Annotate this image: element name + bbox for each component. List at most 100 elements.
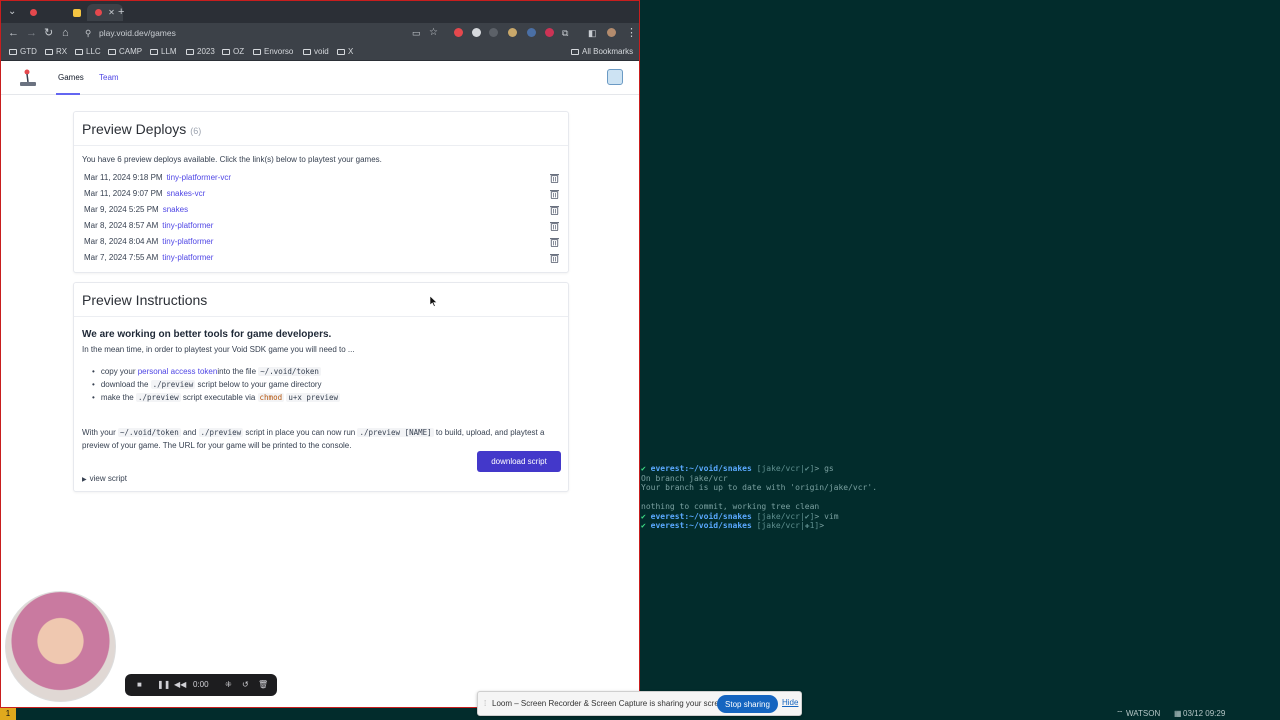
terminal-prompt-line: ✔ everest:~/void/snakes [jake/vcr|✔]> vi…	[641, 511, 839, 521]
drag-handle-icon[interactable]: ⁞	[484, 699, 486, 708]
code-snippet: ./preview	[198, 428, 244, 437]
code-snippet: chmod	[257, 393, 285, 402]
joystick-logo-icon[interactable]	[18, 68, 38, 88]
profile-avatar-icon[interactable]	[607, 28, 616, 37]
download-script-button[interactable]: download script	[477, 451, 561, 472]
deploy-link[interactable]: snakes-vcr	[167, 189, 206, 198]
usage-paragraph: With your ~/.void/token and ./preview sc…	[82, 428, 545, 450]
user-avatar[interactable]	[607, 69, 623, 85]
extension-icon[interactable]	[545, 28, 554, 37]
extension-icon[interactable]	[472, 28, 481, 37]
divider	[74, 316, 568, 317]
trash-icon[interactable]	[550, 237, 559, 247]
bookmark-folder[interactable]: X	[337, 45, 353, 59]
rewind-icon[interactable]: ◀◀	[174, 678, 186, 692]
bookmark-folder[interactable]: RX	[45, 45, 67, 59]
personal-access-token-link[interactable]: personal access token	[138, 367, 218, 376]
folder-icon	[9, 49, 17, 55]
webcam-bubble[interactable]	[5, 591, 116, 702]
side-panel-icon[interactable]: ◧	[588, 25, 597, 41]
browser-menu-icon[interactable]: ⋮	[626, 25, 637, 41]
deploy-link[interactable]: tiny-platformer-vcr	[167, 173, 231, 182]
deploy-date: Mar 11, 2024 9:18 PM	[84, 173, 163, 182]
terminal-prompt-line: ✔ everest:~/void/snakes [jake/vcr|✔]> gs	[641, 464, 834, 473]
restart-icon[interactable]: ↺	[242, 678, 249, 692]
deploy-link[interactable]: tiny-platformer	[162, 237, 213, 246]
instructions-heading: We are working on better tools for game …	[82, 329, 332, 340]
reload-icon[interactable]: ↻	[44, 25, 53, 41]
recording-timer: 0:00	[193, 680, 209, 689]
network-name: WATSON	[1126, 709, 1161, 718]
bookmark-folder[interactable]: CAMP	[108, 45, 142, 59]
bookmark-folder[interactable]: LLM	[150, 45, 177, 59]
extension-icon[interactable]	[508, 28, 517, 37]
disclosure-triangle-icon: ▶	[82, 477, 87, 483]
bookmark-folder[interactable]: void	[303, 45, 329, 59]
forward-icon[interactable]: →	[26, 25, 37, 41]
deploy-row: Mar 11, 2024 9:07 PM snakes-vcr	[84, 187, 562, 201]
deploy-date: Mar 8, 2024 8:04 AM	[84, 237, 159, 246]
trash-icon[interactable]	[550, 221, 559, 231]
extension-icon[interactable]	[489, 28, 498, 37]
instructions-lead: In the mean time, in order to playtest y…	[82, 345, 355, 354]
browser-tab[interactable]	[15, 4, 51, 21]
tab-close-icon[interactable]: ✕	[108, 8, 115, 17]
deploy-link[interactable]: snakes	[163, 205, 188, 214]
app-nav: Games Team	[1, 62, 639, 95]
address-bar[interactable]: ⚲ play.void.dev/games	[83, 25, 443, 41]
bookmark-folder[interactable]: LLC	[75, 45, 101, 59]
drag-handle-icon[interactable]: ⁜	[225, 678, 232, 692]
back-icon[interactable]: ←	[8, 25, 19, 41]
deploy-link[interactable]: tiny-platformer	[162, 221, 213, 230]
code-snippet: ./preview [NAME]	[357, 428, 434, 437]
terminal-line: Your branch is up to date with 'origin/j…	[641, 483, 878, 492]
deploy-date: Mar 9, 2024 5:25 PM	[84, 205, 159, 214]
extensions-puzzle-icon[interactable]: ⧉	[562, 25, 568, 41]
site-info-icon[interactable]: ⚲	[85, 25, 91, 41]
extension-abp-icon[interactable]	[454, 28, 463, 37]
loom-recording-controls: ■ ❚❚ ◀◀ 0:00 ⁜ ↺ 🗑	[125, 674, 277, 696]
trash-icon[interactable]	[550, 253, 559, 263]
home-icon[interactable]: ⌂	[62, 25, 69, 41]
workspace-indicator[interactable]: 1	[0, 708, 16, 720]
bookmark-folder[interactable]: Envorso	[253, 45, 293, 59]
folder-icon	[337, 49, 345, 55]
tab-favicon-icon	[73, 8, 81, 17]
divider	[74, 145, 568, 146]
stop-recording-icon[interactable]: ■	[137, 678, 142, 692]
deploy-link[interactable]: tiny-platformer	[162, 253, 213, 262]
preview-deploys-card: Preview Deploys (6) You have 6 preview de…	[73, 111, 569, 273]
terminal-output[interactable]: ✔ everest:~/void/snakes [jake/vcr|✔]> gs…	[641, 464, 1280, 531]
cast-icon[interactable]: ▭	[412, 25, 421, 41]
folder-icon	[186, 49, 194, 55]
code-snippet: ./preview	[135, 393, 181, 402]
terminal-line: On branch jake/vcr	[641, 473, 728, 483]
stop-sharing-button[interactable]: Stop sharing	[717, 695, 778, 713]
trash-icon[interactable]	[550, 189, 559, 199]
delete-recording-icon[interactable]: 🗑	[258, 678, 268, 692]
folder-icon	[108, 49, 116, 55]
tab-team[interactable]: Team	[99, 73, 119, 82]
all-bookmarks[interactable]: All Bookmarks	[571, 45, 633, 59]
tab-games[interactable]: Games	[58, 73, 84, 82]
bookmark-folder[interactable]: GTD	[9, 45, 37, 59]
trash-icon[interactable]	[550, 205, 559, 215]
bookmark-folder[interactable]: 2023	[186, 45, 215, 59]
hide-link[interactable]: Hide	[782, 698, 798, 707]
step-item: make the ./preview script executable via…	[92, 391, 341, 404]
deploy-row: Mar 9, 2024 5:25 PM snakes	[84, 203, 562, 217]
folder-icon	[222, 49, 230, 55]
browser-toolbar: ← → ↻ ⌂ ⚲ play.void.dev/games ▭ ☆ ⧉ ◧ ⋮	[1, 23, 639, 43]
wifi-icon: ⌔	[1116, 709, 1124, 718]
folder-icon	[571, 49, 579, 55]
new-tab-button[interactable]: +	[118, 5, 124, 19]
extension-icon[interactable]	[527, 28, 536, 37]
bookmark-star-icon[interactable]: ☆	[429, 25, 438, 41]
steps-list: copy your personal access tokeninto the …	[92, 365, 341, 404]
code-snippet: ~/.void/token	[118, 428, 181, 437]
view-script-toggle[interactable]: ▶ view script	[82, 474, 127, 483]
bookmark-folder[interactable]: OZ	[222, 45, 244, 59]
folder-icon	[150, 49, 158, 55]
pause-icon[interactable]: ❚❚	[157, 678, 170, 692]
trash-icon[interactable]	[550, 173, 559, 183]
